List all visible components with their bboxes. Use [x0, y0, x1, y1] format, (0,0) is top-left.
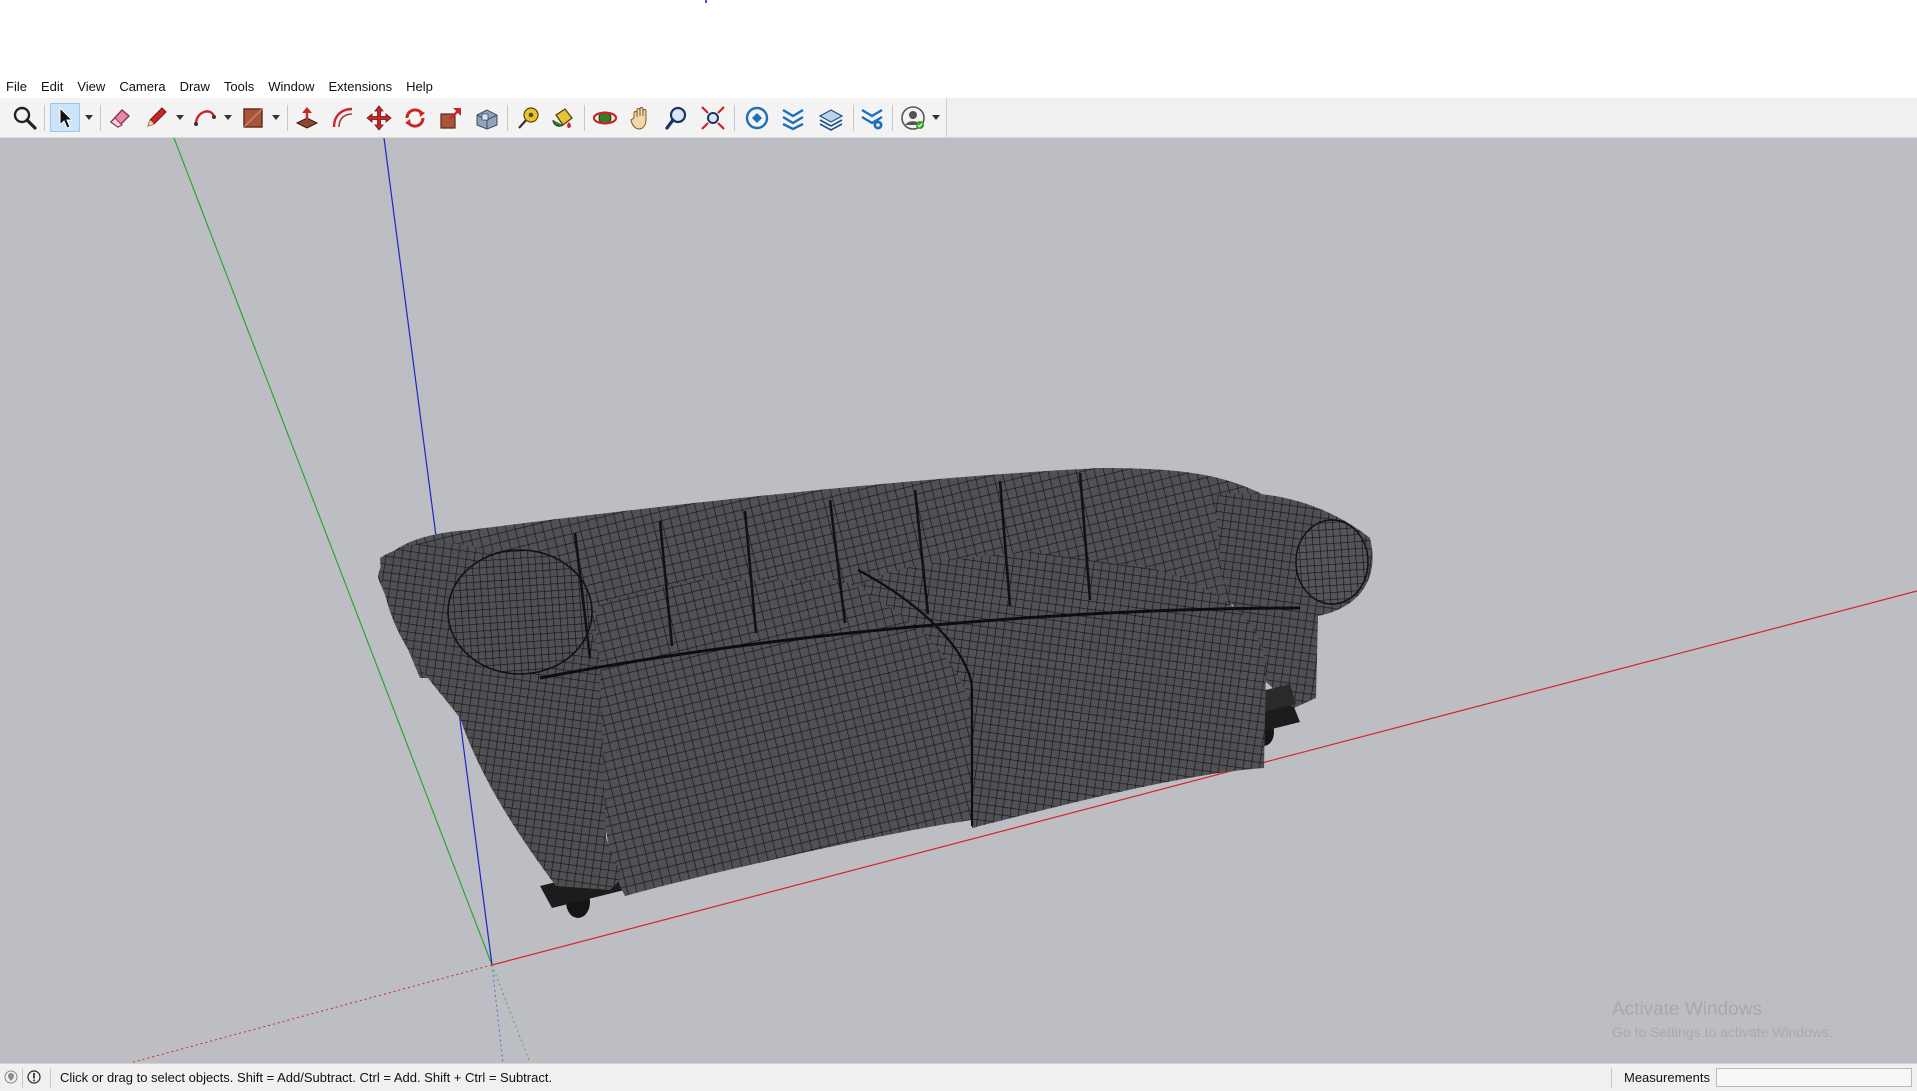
line-button[interactable]: [141, 103, 171, 132]
measurements-input[interactable]: [1716, 1068, 1912, 1087]
toolbar-divider: [584, 105, 585, 131]
push-pull-icon: [295, 106, 319, 129]
eraser-icon: [109, 108, 131, 128]
arc-dropdown[interactable]: [222, 103, 233, 132]
model-scene: [129, 138, 1917, 1063]
chevron-down-icon: [175, 114, 184, 120]
toolbar-divider: [892, 105, 893, 131]
extension-manager-button[interactable]: [857, 103, 887, 132]
zoom-extents-button[interactable]: [10, 103, 40, 132]
toolbar-divider: [507, 105, 508, 131]
extension-manager-icon: [861, 108, 883, 129]
extension-warehouse-icon: [782, 108, 804, 130]
follow-me-icon: [476, 108, 498, 130]
toolbar-divider: [287, 105, 288, 131]
offset-button[interactable]: [328, 103, 358, 132]
select-button[interactable]: [50, 103, 80, 132]
menu-help[interactable]: Help: [399, 76, 440, 98]
magnifier-icon: [13, 106, 37, 130]
toolbar-divider: [853, 105, 854, 131]
tape-measure-icon: [518, 106, 539, 129]
toolbar-divider: [44, 105, 45, 131]
status-divider: [1611, 1068, 1612, 1088]
chevron-down-icon: [223, 114, 232, 120]
zoom-extents-icon: [701, 105, 725, 130]
menu-camera[interactable]: Camera: [112, 76, 172, 98]
chevron-down-icon: [84, 114, 93, 120]
extension-warehouse-button[interactable]: [778, 103, 808, 132]
paint-bucket-button[interactable]: [548, 103, 578, 132]
select-dropdown[interactable]: [83, 103, 94, 132]
sofa-model: [378, 468, 1373, 918]
account-button[interactable]: [898, 103, 928, 132]
orbit-icon: [592, 111, 618, 124]
account-dropdown[interactable]: [930, 103, 941, 132]
green-axis-negative-line: [491, 964, 531, 1063]
menu-edit[interactable]: Edit: [34, 76, 70, 98]
red-axis-negative-line: [129, 964, 493, 1063]
title-marker: [705, 0, 707, 3]
scale-icon: [440, 107, 461, 129]
layout-button[interactable]: [816, 103, 846, 132]
layout-icon: [818, 108, 844, 131]
title-area: [0, 0, 1917, 76]
push-pull-button[interactable]: [292, 103, 322, 132]
menu-tools[interactable]: Tools: [217, 76, 261, 98]
zoom-extents-2-button[interactable]: [698, 103, 728, 132]
menu-draw[interactable]: Draw: [173, 76, 217, 98]
paint-bucket-icon: [552, 107, 573, 128]
status-bar: Click or drag to select objects. Shift =…: [0, 1063, 1917, 1091]
status-hint: Click or drag to select objects. Shift =…: [60, 1070, 553, 1085]
move-icon: [366, 104, 392, 131]
pan-button[interactable]: [626, 103, 656, 132]
info-icon[interactable]: [27, 1070, 41, 1084]
main-toolbar: [0, 98, 1917, 138]
orbit-button[interactable]: [590, 103, 620, 132]
follow-me-button[interactable]: [472, 103, 502, 132]
rectangle-icon: [243, 107, 263, 128]
model-viewport[interactable]: Activate Windows Go to Settings to activ…: [0, 138, 1917, 1063]
zoom-icon: [665, 106, 687, 130]
status-divider: [50, 1068, 51, 1088]
arc-icon: [194, 109, 216, 126]
sofa-right-arm-cap-mesh: [1296, 520, 1368, 604]
menu-bar: File Edit View Camera Draw Tools Window …: [0, 76, 1917, 98]
pencil-icon: [147, 106, 167, 127]
toolbar-strip: [0, 98, 947, 137]
menu-window[interactable]: Window: [261, 76, 321, 98]
warehouse-icon: [745, 106, 769, 129]
toolbar-divider: [100, 105, 101, 131]
menu-file[interactable]: File: [0, 76, 34, 98]
menu-view[interactable]: View: [70, 76, 112, 98]
shapes-button[interactable]: [238, 103, 268, 132]
eraser-button[interactable]: [105, 103, 135, 132]
arc-button[interactable]: [190, 103, 220, 132]
offset-icon: [332, 107, 353, 127]
move-button[interactable]: [364, 103, 394, 132]
tape-measure-button[interactable]: [513, 103, 543, 132]
arrow-cursor-icon: [59, 106, 74, 129]
rotate-icon: [405, 107, 425, 128]
account-icon: [901, 105, 925, 130]
sofa-left-arm-cap-mesh: [448, 550, 592, 674]
toolbar-divider: [734, 105, 735, 131]
pan-hand-icon: [630, 106, 647, 130]
chevron-down-icon: [271, 114, 280, 120]
menu-extensions[interactable]: Extensions: [322, 76, 400, 98]
scale-button[interactable]: [436, 103, 466, 132]
zoom-button[interactable]: [662, 103, 692, 132]
measurements-label: Measurements: [1624, 1070, 1710, 1085]
3d-warehouse-button[interactable]: [742, 103, 772, 132]
status-divider: [22, 1068, 23, 1088]
chevron-down-icon: [931, 114, 940, 120]
rotate-button[interactable]: [400, 103, 430, 132]
geolocation-icon[interactable]: [4, 1070, 18, 1084]
shapes-dropdown[interactable]: [270, 103, 281, 132]
line-dropdown[interactable]: [174, 103, 185, 132]
